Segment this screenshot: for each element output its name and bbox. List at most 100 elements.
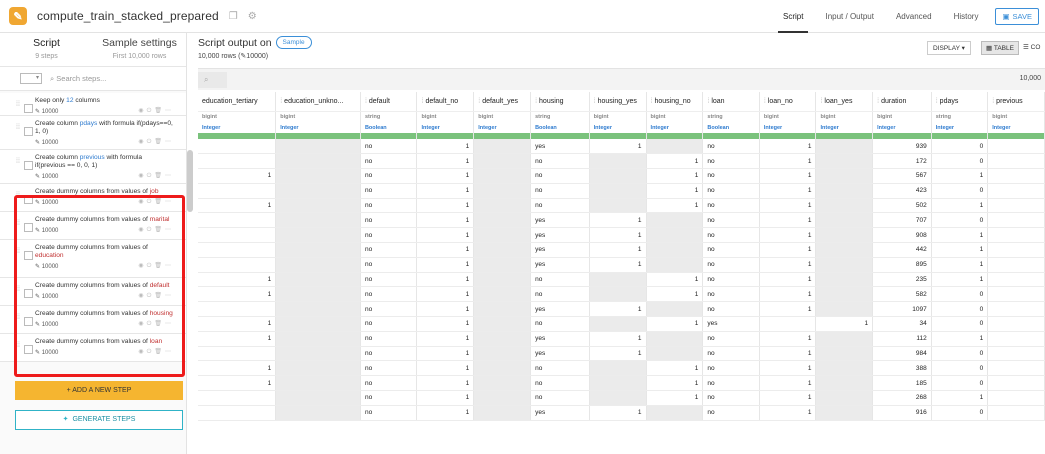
table-row[interactable]: no 1 yes 1 no 1 916 0 <box>198 405 1045 421</box>
table-cell[interactable] <box>815 198 874 214</box>
table-cell[interactable] <box>589 316 647 332</box>
table-cell[interactable]: no <box>360 346 418 362</box>
table-cell[interactable] <box>275 390 361 406</box>
table-cell[interactable]: 388 <box>872 360 932 377</box>
table-cell[interactable]: 1 <box>931 331 989 347</box>
more-icon[interactable]: ⋯ <box>165 173 174 179</box>
table-cell[interactable] <box>275 360 361 377</box>
table-cell[interactable]: 1 <box>646 360 704 377</box>
trash-icon[interactable]: 🗑 <box>154 139 165 145</box>
sidebar-scrollbar[interactable] <box>187 150 193 212</box>
table-cell[interactable] <box>275 272 361 288</box>
nav-history[interactable]: History <box>943 0 990 33</box>
table-row[interactable]: no 1 yes 1 no 1 984 0 <box>198 346 1045 362</box>
eye-icon[interactable]: ◉ <box>138 173 146 179</box>
table-row[interactable]: no 1 yes 1 no 1 442 1 <box>198 242 1045 258</box>
table-row[interactable]: no 1 yes 1 no 1 939 0 <box>198 139 1045 155</box>
step-actions[interactable]: ◉⏻🗑⋯ <box>138 107 174 115</box>
eye-icon[interactable]: ◉ <box>138 263 146 269</box>
table-cell[interactable] <box>473 242 532 258</box>
table-cell[interactable] <box>473 286 532 303</box>
table-cell[interactable]: no <box>702 212 760 229</box>
table-cell[interactable] <box>275 212 361 229</box>
table-cell[interactable]: 1 <box>931 227 989 244</box>
table-cell[interactable] <box>275 257 361 273</box>
table-cell[interactable]: no <box>702 227 760 244</box>
table-cell[interactable]: 1 <box>589 212 647 229</box>
table-cell[interactable]: no <box>360 405 418 421</box>
table-cell[interactable]: 1 <box>759 272 817 288</box>
table-cell[interactable]: no <box>530 272 590 288</box>
nav-script[interactable]: Script <box>772 0 814 33</box>
table-cell[interactable]: no <box>702 360 760 377</box>
table-cell[interactable]: yes <box>702 316 760 332</box>
table-row[interactable]: 1 no 1 no 1 no 1 388 0 <box>198 360 1045 377</box>
table-cell[interactable]: no <box>702 405 760 421</box>
table-cell[interactable]: 0 <box>931 316 989 332</box>
table-cell[interactable]: 1 <box>416 405 475 421</box>
step-actions[interactable]: ◉⏻🗑⋯ <box>138 292 174 300</box>
step-item[interactable]: ⁞⁞ Create dummy columns from values of ma… <box>0 212 186 240</box>
table-cell[interactable] <box>473 390 532 406</box>
column-meaning[interactable]: Integer <box>416 123 475 133</box>
table-cell[interactable]: yes <box>530 227 590 244</box>
table-cell[interactable] <box>815 183 874 199</box>
table-cell[interactable] <box>815 301 874 318</box>
table-cell[interactable] <box>275 286 361 303</box>
table-cell[interactable]: 1 <box>198 168 277 184</box>
table-cell[interactable]: 1 <box>416 346 475 362</box>
table-cell[interactable] <box>198 153 277 170</box>
table-cell[interactable] <box>275 227 361 244</box>
step-checkbox[interactable] <box>24 127 33 136</box>
table-cell[interactable]: no <box>702 346 760 362</box>
grip-icon[interactable]: ⁞ <box>365 98 367 105</box>
table-cell[interactable] <box>589 272 647 288</box>
trash-icon[interactable]: 🗑 <box>154 173 165 179</box>
table-cell[interactable]: 1 <box>759 286 817 303</box>
column-meaning[interactable]: Integer <box>275 123 361 133</box>
table-cell[interactable] <box>473 346 532 362</box>
eye-icon[interactable]: ◉ <box>138 227 146 233</box>
step-item[interactable]: ⁞⁞ Create dummy columns from values of de… <box>0 278 186 306</box>
table-cell[interactable]: no <box>702 390 760 406</box>
table-cell[interactable]: 567 <box>872 168 932 184</box>
column-meaning[interactable]: Integer <box>198 123 277 133</box>
step-item[interactable]: ⁞⁞ Create dummy columns from values of ho… <box>0 306 186 334</box>
table-row[interactable]: no 1 yes 1 no 1 908 1 <box>198 227 1045 244</box>
sample-pill[interactable]: Sample <box>275 36 312 49</box>
table-cell[interactable]: no <box>360 198 418 214</box>
table-cell[interactable]: no <box>530 316 590 332</box>
table-cell[interactable]: 1 <box>759 139 817 155</box>
table-cell[interactable] <box>473 212 532 229</box>
column-header[interactable]: ⁞ housing <box>530 92 590 112</box>
table-cell[interactable]: 0 <box>931 212 989 229</box>
step-checkbox[interactable] <box>24 161 33 170</box>
drag-handle-icon[interactable]: ⁞⁞ <box>16 101 20 108</box>
more-icon[interactable]: ⋯ <box>165 108 174 114</box>
table-cell[interactable]: no <box>702 301 760 318</box>
table-cell[interactable]: 1 <box>416 375 475 392</box>
table-cell[interactable]: 1 <box>416 331 475 347</box>
more-icon[interactable]: ⋯ <box>165 349 174 355</box>
table-cell[interactable]: no <box>530 360 590 377</box>
table-cell[interactable] <box>589 153 647 170</box>
table-cell[interactable]: no <box>360 316 418 332</box>
drag-handle-icon[interactable]: ⁞⁞ <box>16 192 20 199</box>
table-cell[interactable]: 0 <box>931 286 989 303</box>
table-cell[interactable]: no <box>530 183 590 199</box>
table-cell[interactable]: no <box>530 168 590 184</box>
eye-icon[interactable]: ◉ <box>138 108 146 114</box>
table-cell[interactable] <box>987 301 1045 318</box>
table-cell[interactable]: no <box>360 153 418 170</box>
table-cell[interactable]: 442 <box>872 242 932 258</box>
table-cell[interactable]: 1 <box>759 242 817 258</box>
table-cell[interactable]: 1 <box>759 375 817 392</box>
drag-handle-icon[interactable]: ⁞⁞ <box>16 342 20 349</box>
step-actions[interactable]: ◉⏻🗑⋯ <box>138 172 174 180</box>
table-cell[interactable] <box>987 286 1045 303</box>
table-cell[interactable]: no <box>702 139 760 155</box>
nav-advanced[interactable]: Advanced <box>885 0 943 33</box>
more-icon[interactable]: ⋯ <box>165 227 174 233</box>
table-cell[interactable]: 1 <box>198 331 277 347</box>
table-cell[interactable]: 916 <box>872 405 932 421</box>
